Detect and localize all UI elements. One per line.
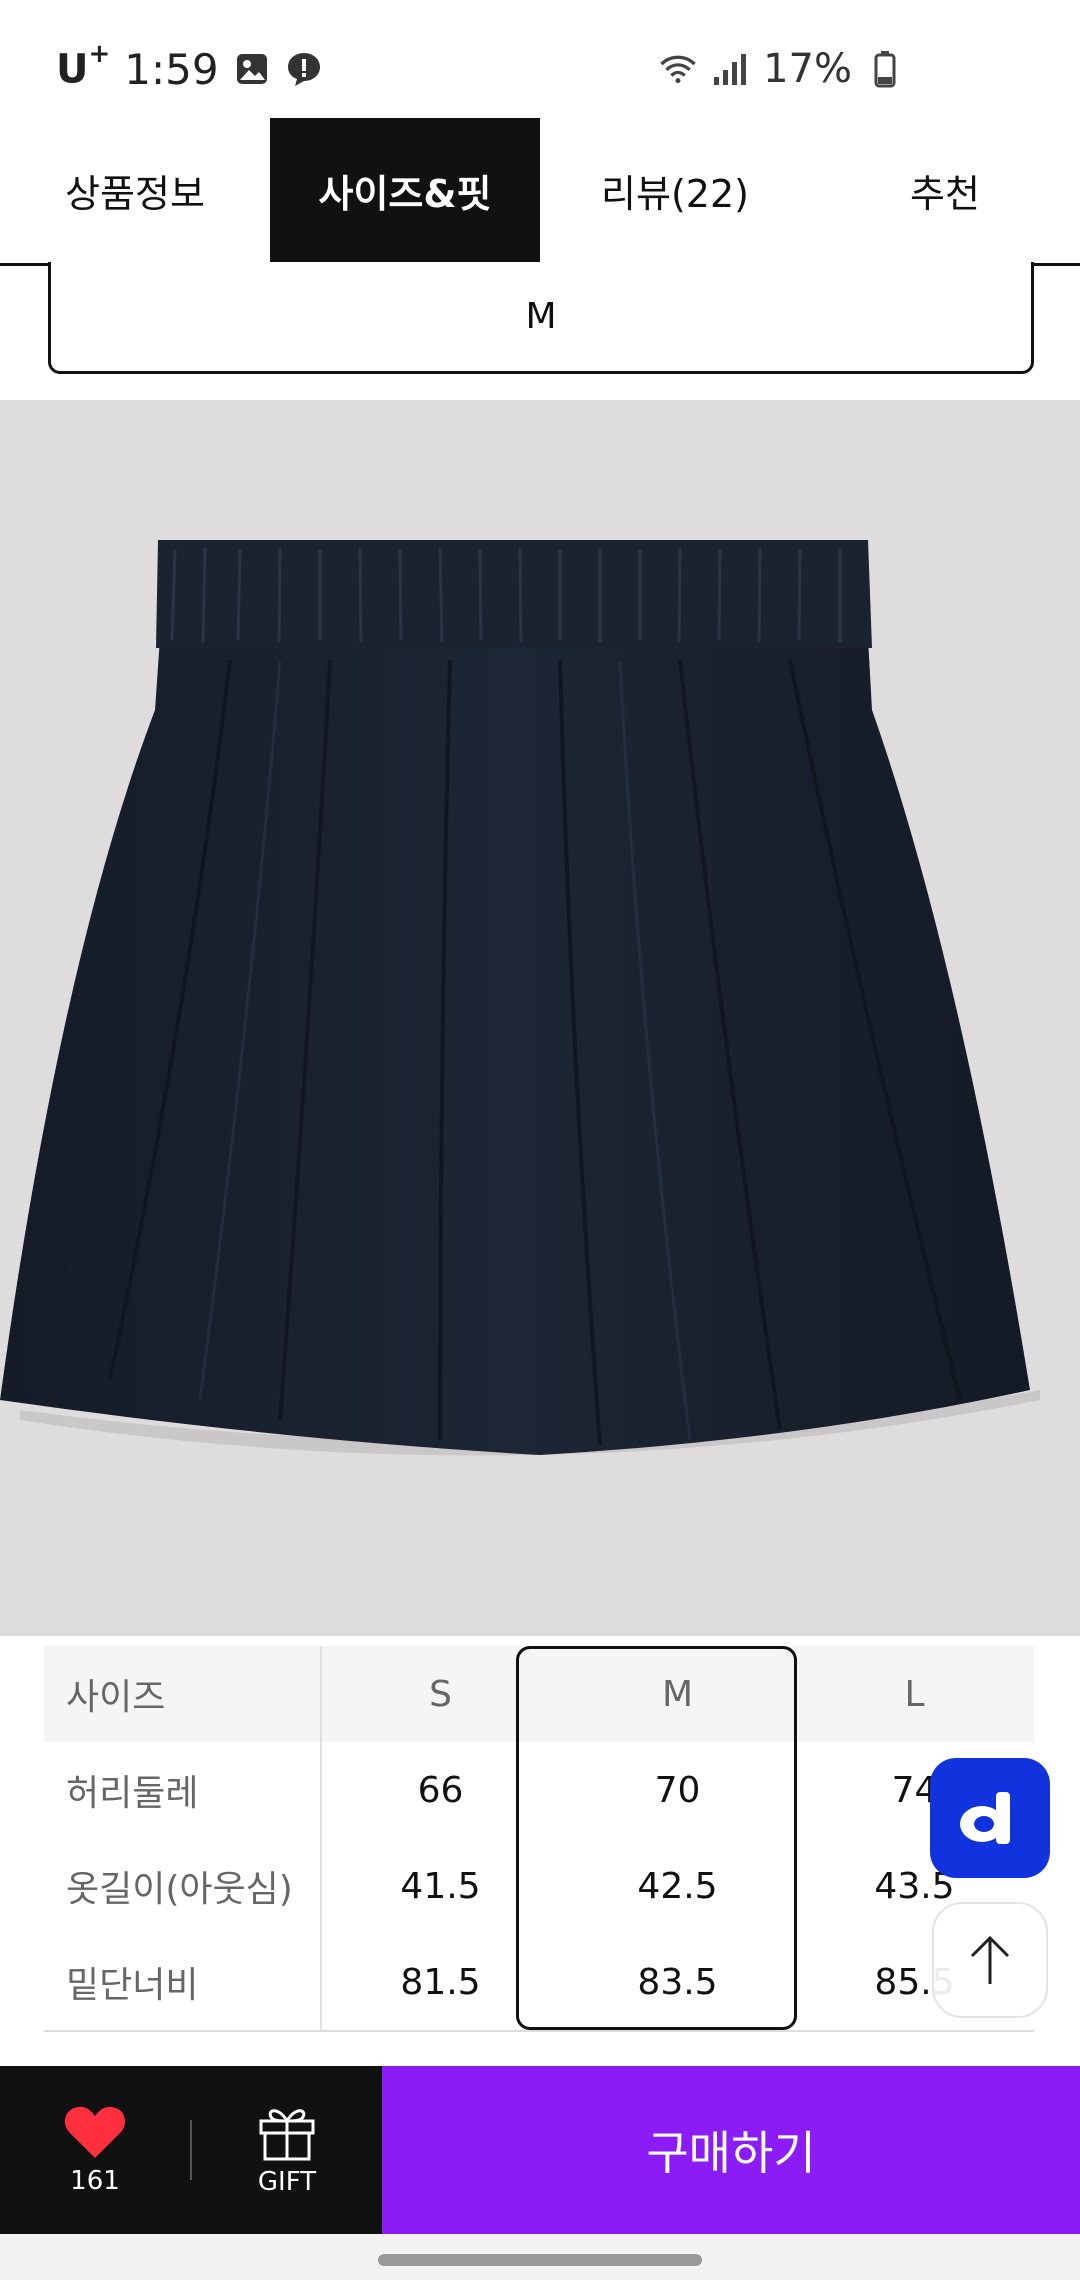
carrier-sup: + — [88, 39, 111, 70]
tab-reviews[interactable]: 리뷰(22) — [540, 118, 810, 263]
tab-product-info[interactable]: 상품정보 — [0, 118, 270, 263]
product-tabs: 상품정보 사이즈&핏 리뷰(22) 추천 — [0, 118, 1080, 266]
wifi-icon — [659, 50, 697, 88]
hem-m: 83.5 — [637, 1961, 718, 2003]
size-table: 사이즈 S M L 허리둘레 66 70 74 옷길이(아웃심) 41.5 42… — [44, 1646, 1034, 2032]
skirt-illustration — [0, 540, 1040, 1456]
waist-s: 66 — [417, 1769, 464, 1811]
gift-button[interactable]: GIFT — [192, 2066, 382, 2234]
row-label-length: 옷길이(아웃심) — [44, 1838, 322, 1934]
alert-icon — [285, 50, 323, 88]
length-s: 41.5 — [400, 1865, 481, 1907]
arrow-up-icon — [970, 1935, 1010, 1984]
size-header-s: S — [429, 1673, 452, 1715]
waist-m: 70 — [654, 1769, 701, 1811]
gallery-icon — [233, 50, 271, 88]
like-button[interactable]: 161 — [0, 2066, 190, 2234]
home-handle[interactable] — [378, 2254, 702, 2266]
like-count: 161 — [70, 2166, 120, 2196]
row-label-waist: 허리둘레 — [44, 1742, 322, 1838]
status-right: 17% — [659, 44, 904, 94]
buy-button[interactable]: 구매하기 — [382, 2066, 1080, 2234]
tab-recommend[interactable]: 추천 — [810, 118, 1080, 263]
size-header-label: 사이즈 — [44, 1646, 322, 1742]
carrier-label: U+ — [56, 39, 110, 93]
product-image — [0, 400, 1080, 1636]
row-label-hem: 밑단너비 — [44, 1934, 322, 2030]
scroll-top-button[interactable] — [932, 1902, 1048, 2018]
system-nav-bar — [0, 2234, 1080, 2280]
battery-icon — [866, 50, 904, 88]
table-row: 밑단너비 81.5 83.5 85.5 — [44, 1934, 1034, 2030]
d-floating-button[interactable] — [930, 1758, 1050, 1878]
d-logo-icon — [960, 1792, 1010, 1844]
status-left: U+ 1:59 — [56, 39, 323, 94]
size-table-header: 사이즈 S M L — [44, 1646, 1034, 1742]
battery-percent: 17% — [763, 46, 852, 92]
size-header-l: L — [904, 1673, 925, 1715]
size-header-m: M — [661, 1673, 694, 1715]
hem-s: 81.5 — [400, 1961, 481, 2003]
length-m: 42.5 — [637, 1865, 718, 1907]
status-bar: U+ 1:59 17% — [0, 0, 1080, 118]
bottom-bar: 161 GIFT 구매하기 — [0, 2066, 1080, 2234]
table-row: 허리둘레 66 70 74 — [44, 1742, 1034, 1838]
gift-icon — [259, 2109, 315, 2161]
gift-label: GIFT — [257, 2167, 317, 2197]
clock: 1:59 — [124, 44, 219, 94]
heart-icon — [64, 2106, 126, 2158]
signal-icon — [711, 50, 749, 88]
carrier-text: U — [56, 46, 89, 93]
table-row: 옷길이(아웃심) 41.5 42.5 43.5 — [44, 1838, 1034, 1934]
tab-size-fit[interactable]: 사이즈&핏 — [270, 118, 540, 263]
size-select[interactable]: M — [48, 262, 1034, 374]
